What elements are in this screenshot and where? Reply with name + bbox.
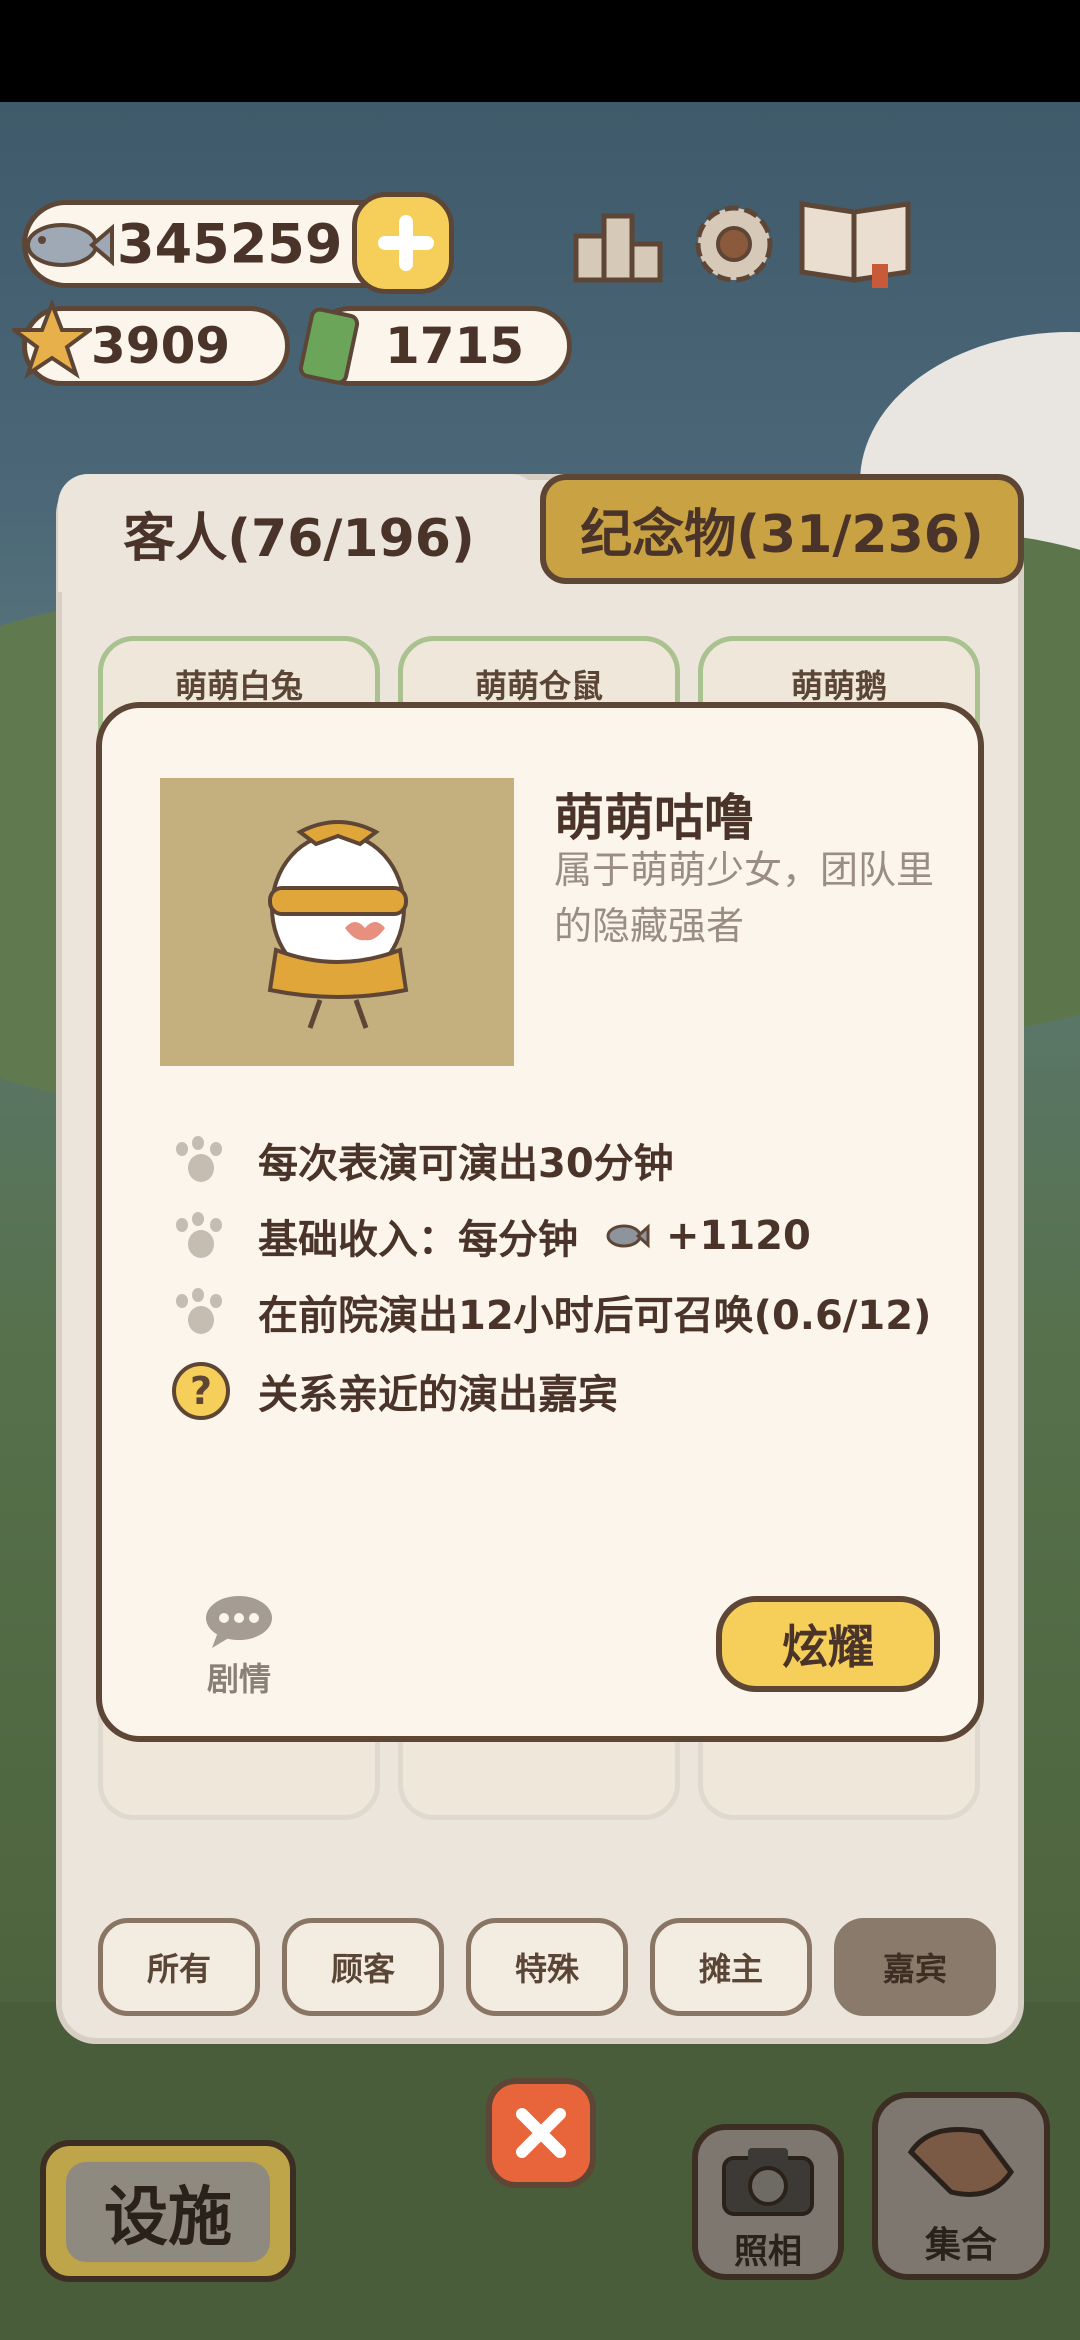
facilities-label: 设施	[66, 2162, 270, 2262]
gear-icon[interactable]	[686, 196, 782, 292]
base-income-row: 基础收入：每分钟 +1120	[172, 1204, 811, 1268]
performance-duration-row: 每次表演可演出30分钟	[172, 1128, 674, 1192]
story-button[interactable]: 剧情	[194, 1594, 284, 1700]
fish-icon	[26, 223, 114, 267]
camera-button[interactable]: 照相	[692, 2124, 844, 2280]
filter-guests-selected[interactable]: 嘉宾	[834, 1918, 996, 2016]
summon-progress-text: 在前院演出12小时后可召唤(0.6/12)	[258, 1293, 932, 1339]
base-income-text: 基础收入：每分钟	[258, 1217, 578, 1263]
close-guest-row: ? 关系亲近的演出嘉宾	[172, 1356, 618, 1426]
whistle-icon	[907, 2127, 1015, 2197]
ticket-count: 1715	[385, 317, 525, 375]
filter-vendors[interactable]: 摊主	[650, 1918, 812, 2016]
summon-progress-row: 在前院演出12小时后可召唤(0.6/12)	[172, 1280, 931, 1344]
guest-name: 萌萌咕噜	[554, 789, 754, 847]
book-icon[interactable]	[796, 194, 914, 290]
ranking-podium-icon[interactable]	[570, 196, 666, 292]
show-off-button[interactable]: 炫耀	[716, 1596, 940, 1692]
gather-button[interactable]: 集合	[872, 2092, 1050, 2280]
speech-bubble-icon	[206, 1596, 272, 1648]
tab-souvenirs[interactable]: 纪念物(31/236)	[540, 474, 1024, 584]
facilities-button[interactable]: 设施	[40, 2140, 296, 2282]
income-value: +1120	[666, 1213, 811, 1259]
guest-detail-popup: 萌萌咕噜 属于萌萌少女，团队里的隐藏强者 每次表演可演出30分钟 基础收入：每分…	[96, 702, 984, 1742]
performance-duration-text: 每次表演可演出30分钟	[258, 1141, 674, 1187]
add-fish-button[interactable]	[352, 192, 454, 294]
guest-card-label: 萌萌白兔	[174, 667, 303, 705]
paw-icon	[172, 1212, 228, 1260]
filter-all[interactable]: 所有	[98, 1918, 260, 2016]
star-count: 3909	[91, 317, 231, 375]
close-guest-text: 关系亲近的演出嘉宾	[258, 1372, 618, 1418]
tab-guests-label: 客人(76/196)	[123, 508, 475, 569]
cat-character-image	[267, 820, 409, 1029]
fish-count: 345259	[117, 212, 343, 276]
fish-icon	[606, 1223, 650, 1249]
guest-card-label: 萌萌仓鼠	[474, 667, 603, 705]
close-icon	[516, 2108, 566, 2158]
guest-portrait	[160, 778, 514, 1066]
story-label: 剧情	[206, 1660, 271, 1698]
question-icon[interactable]: ?	[172, 1362, 230, 1420]
show-off-label: 炫耀	[782, 1620, 874, 1674]
gather-label: 集合	[924, 2225, 997, 2266]
guest-card-label: 萌萌鹅	[790, 667, 887, 705]
guest-description: 属于萌萌少女，团队里的隐藏强者	[554, 848, 935, 948]
camera-icon	[722, 2148, 814, 2216]
tab-souvenirs-label: 纪念物(31/236)	[580, 504, 984, 565]
close-button[interactable]	[486, 2078, 596, 2188]
star-icon	[12, 300, 92, 379]
filter-customers[interactable]: 顾客	[282, 1918, 444, 2016]
filter-special[interactable]: 特殊	[466, 1918, 628, 2016]
ticket-icon	[298, 307, 360, 385]
tab-guests[interactable]: 客人(76/196)	[58, 474, 540, 592]
guest-attributes: 每次表演可演出30分钟 基础收入：每分钟 +1120 在前院演出12小时后可召唤…	[172, 1128, 952, 1548]
camera-label: 照相	[734, 2232, 802, 2272]
paw-icon	[172, 1288, 228, 1336]
paw-icon	[172, 1136, 228, 1184]
